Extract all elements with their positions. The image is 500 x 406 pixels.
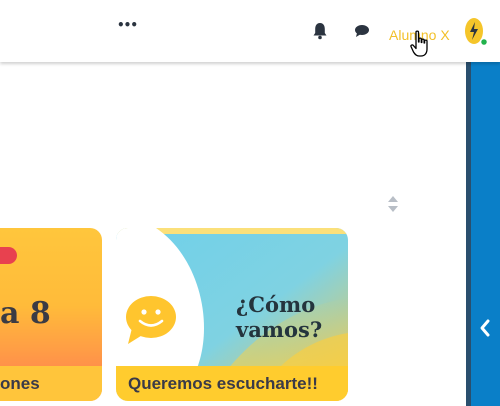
more-options-icon[interactable]: ••• [117, 18, 138, 38]
chat-icon[interactable] [354, 24, 370, 38]
card-left-caption[interactable]: ones [0, 374, 40, 394]
top-bar: ••• Alumno X [0, 0, 500, 62]
status-badge [0, 247, 17, 264]
lightning-avatar-icon[interactable] [464, 17, 488, 47]
survey-title-line1: ¿Cómo [236, 292, 316, 317]
survey-card-caption[interactable]: Queremos escucharte!! [128, 374, 318, 394]
card-left-number: a 8 [0, 296, 51, 331]
hand-pointer-icon [410, 30, 428, 57]
side-panel-toggle[interactable] [466, 62, 500, 406]
chevron-left-icon[interactable] [478, 318, 492, 338]
survey-card-title: ¿Cómo vamos? [236, 292, 336, 342]
survey-title-line2: vamos? [236, 317, 323, 342]
sort-arrows-icon[interactable] [386, 194, 400, 214]
bell-icon[interactable] [312, 22, 328, 40]
